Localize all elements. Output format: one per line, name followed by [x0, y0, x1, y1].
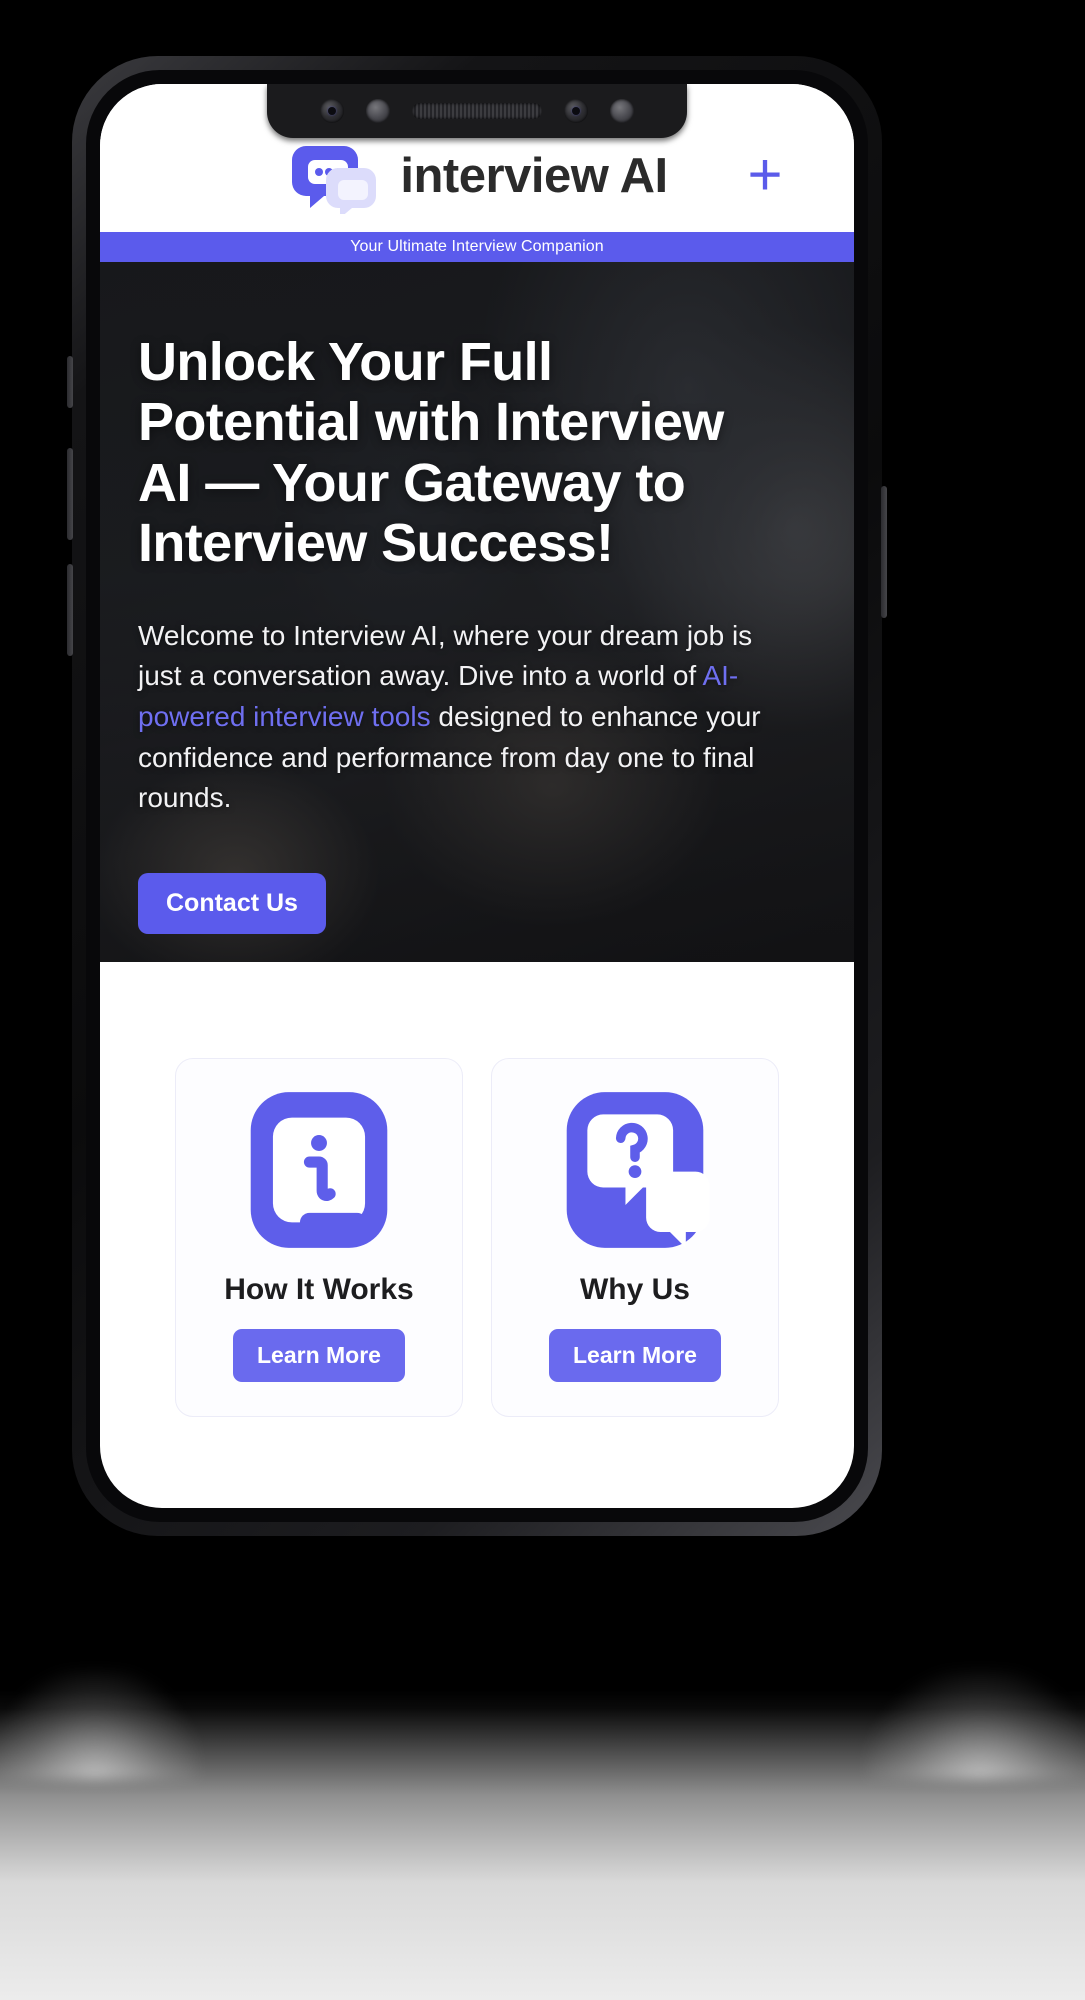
learn-more-button-why-us[interactable]: Learn More	[549, 1329, 721, 1382]
contact-us-button[interactable]: Contact Us	[138, 872, 326, 934]
info-document-icon	[250, 1092, 388, 1248]
backdrop-glow-left	[0, 1670, 200, 1780]
plus-icon[interactable]: +	[738, 145, 792, 205]
feature-cards-section: How It Works Learn More Why Us Learn Mor	[100, 962, 854, 1417]
backdrop-glow-right	[865, 1670, 1085, 1780]
page-backdrop: interview AI + Your Ultimate Interview C…	[0, 0, 1085, 2000]
proximity-sensor-icon	[366, 99, 390, 123]
front-camera-icon	[320, 99, 344, 123]
card-title: How It Works	[224, 1273, 414, 1306]
learn-more-button-how-it-works[interactable]: Learn More	[233, 1329, 405, 1382]
brand-lockup[interactable]: interview AI	[286, 138, 668, 214]
phone-bezel: interview AI + Your Ultimate Interview C…	[86, 70, 868, 1522]
hero-section: Unlock Your Full Potential with Intervie…	[100, 262, 854, 962]
phone-volume-down-button[interactable]	[67, 564, 73, 656]
hero-paragraph-part-1: Welcome to Interview AI, where your drea…	[138, 619, 753, 692]
tagline-text: Your Ultimate Interview Companion	[350, 238, 604, 255]
phone-volume-up-button[interactable]	[67, 448, 73, 540]
card-how-it-works[interactable]: How It Works Learn More	[175, 1058, 463, 1417]
phone-power-button[interactable]	[881, 486, 887, 618]
phone-silent-switch[interactable]	[67, 356, 73, 408]
ir-sensor-icon	[564, 99, 588, 123]
card-why-us[interactable]: Why Us Learn More	[491, 1058, 779, 1417]
hero-title: Unlock Your Full Potential with Intervie…	[138, 332, 724, 574]
phone-notch	[267, 84, 687, 138]
brand-name: interview AI	[400, 149, 668, 203]
phone-screen: interview AI + Your Ultimate Interview C…	[100, 84, 854, 1508]
hero-content: Unlock Your Full Potential with Intervie…	[138, 332, 816, 934]
phone-device-frame: interview AI + Your Ultimate Interview C…	[67, 56, 887, 1536]
earpiece-speaker-icon	[412, 103, 542, 119]
card-title: Why Us	[579, 1273, 690, 1306]
ambient-sensor-icon	[610, 99, 634, 123]
tagline-bar: Your Ultimate Interview Companion	[100, 232, 854, 262]
chat-bubbles-logo-icon	[292, 146, 377, 214]
hero-paragraph: Welcome to Interview AI, where your drea…	[138, 616, 768, 819]
question-chat-icon	[566, 1092, 710, 1248]
